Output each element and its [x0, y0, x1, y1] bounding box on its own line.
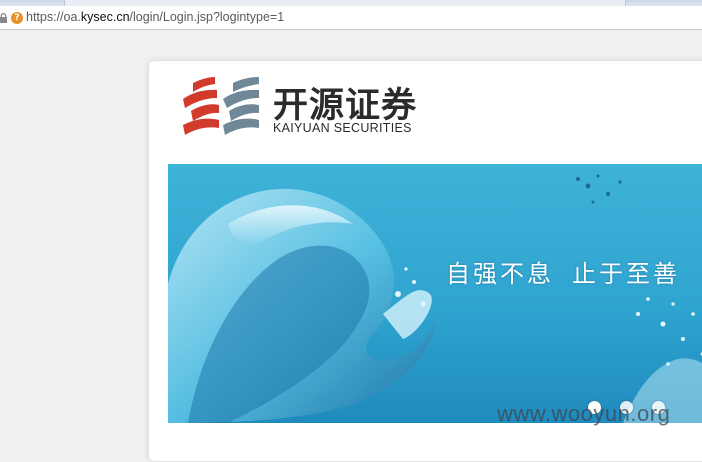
company-logo[interactable]: 开源证券 KAIYUAN SECURITIES	[179, 75, 439, 137]
slogan-part-2: 止于至善	[572, 260, 680, 288]
logo-mark-icon	[183, 77, 259, 135]
url-text[interactable]: https://oa.kysec.cn/login/Login.jsp?logi…	[26, 10, 284, 24]
address-bar[interactable]: ? https://oa.kysec.cn/login/Login.jsp?lo…	[0, 6, 702, 30]
hero-banner: 自强不息 止于至善	[168, 164, 702, 423]
info-icon[interactable]: ?	[11, 12, 23, 24]
url-scheme: https://oa.	[26, 10, 81, 24]
url-domain: kysec.cn	[80, 10, 130, 24]
water-wave-image	[168, 174, 702, 423]
banner-slogan: 自强不息 止于至善	[446, 254, 680, 289]
lock-icon[interactable]	[0, 13, 7, 23]
slogan-part-1: 自强不息	[446, 260, 554, 288]
logo-english-name: KAIYUAN SECURITIES	[273, 121, 412, 135]
url-path: /login/Login.jsp?logintype=1	[129, 10, 285, 24]
watermark-text: www.wooyun.org	[497, 401, 671, 426]
